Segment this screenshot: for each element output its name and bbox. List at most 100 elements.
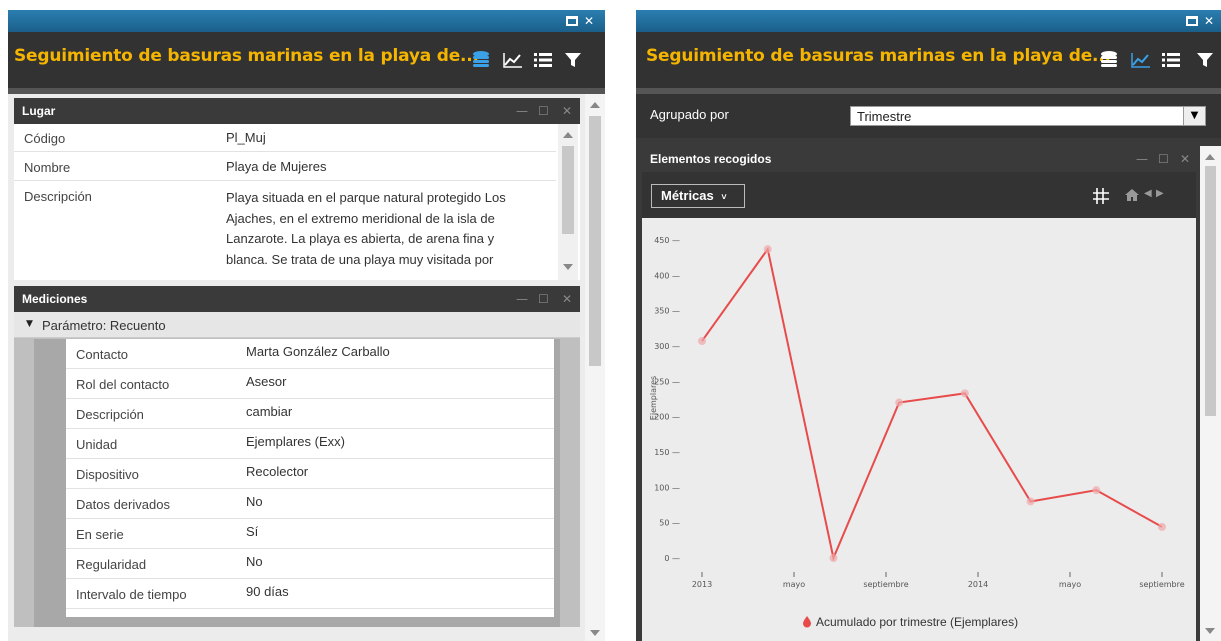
scroll-thumb[interactable] (562, 146, 574, 234)
lugar-row-nombre: Nombre Playa de Mujeres (14, 153, 556, 181)
mediciones-panel: Mediciones — ☐ ✕ ▼ Parámetro: Recuento C… (14, 286, 580, 627)
line-chart-icon[interactable] (1130, 50, 1152, 70)
y-tick-label: 200 — (654, 413, 680, 422)
close-icon[interactable]: ✕ (584, 13, 594, 29)
chart-toolbar: Métricas ˅ ◀ ▶ (642, 172, 1196, 218)
close-icon[interactable]: ✕ (562, 98, 572, 124)
chevron-down-icon: ˅ (721, 192, 727, 202)
line-chart: 0 — 50 — 100 — 150 — 200 — 250 — 300 — 350 — 400… (649, 236, 1185, 629)
x-axis: 2013 mayo septiembre 2014 mayo septiembre (692, 572, 1185, 589)
close-icon[interactable]: ✕ (1204, 13, 1214, 29)
minimize-icon[interactable]: — (516, 98, 528, 124)
data-point[interactable] (1026, 497, 1035, 506)
scroll-thumb[interactable] (1205, 166, 1216, 416)
group-by-select[interactable]: Trimestre ▼ (850, 106, 1206, 126)
y-tick-label: 100 — (654, 483, 680, 492)
description-line: Ajaches, en el extremo meridional de la … (226, 210, 495, 226)
chevron-right-icon[interactable]: ▶ (1156, 188, 1164, 199)
data-point[interactable] (895, 398, 904, 407)
line-chart-icon[interactable] (502, 50, 524, 70)
home-icon[interactable] (1124, 187, 1140, 203)
mediciones-row: Descripción cambiar (66, 399, 554, 429)
maximize-icon[interactable] (1186, 16, 1198, 26)
legend[interactable]: Acumulado por trimestre (Ejemplares) (803, 615, 1018, 629)
mediciones-table: Contacto Marta González Carballo Rol del … (66, 339, 554, 617)
row-key: Descripción (24, 189, 92, 204)
group-by-selected-value: Trimestre (857, 109, 912, 124)
row-key: Descripción (76, 407, 144, 422)
row-value: Recolector (246, 464, 309, 479)
right-window-scrollbar[interactable] (1200, 146, 1221, 641)
x-tick-label: mayo (1059, 580, 1081, 589)
scroll-down-icon[interactable] (1205, 628, 1215, 634)
close-icon[interactable]: ✕ (562, 286, 572, 312)
caret-down-icon[interactable]: ▼ (26, 319, 33, 329)
row-key: Regularidad (76, 557, 147, 572)
metrics-dropdown-button[interactable]: Métricas ˅ (651, 184, 745, 208)
group-by-label: Agrupado por (650, 107, 729, 122)
y-tick-label: 450 — (654, 236, 680, 245)
left-window-scrollbar[interactable] (585, 94, 605, 641)
chevron-down-icon[interactable]: ▼ (1183, 107, 1205, 125)
lugar-scrollbar[interactable] (558, 124, 578, 280)
database-icon[interactable] (470, 50, 492, 70)
mediciones-row: Rol del contacto Asesor (66, 369, 554, 399)
y-tick-label: 350 — (654, 307, 680, 316)
row-value: Marta González Carballo (246, 344, 390, 359)
data-point[interactable] (1092, 486, 1101, 495)
window-header: Seguimiento de basuras marinas en la pla… (8, 32, 605, 88)
data-point[interactable] (1158, 522, 1166, 531)
row-value: Sí (246, 524, 259, 539)
lugar-panel-title: Lugar (14, 98, 580, 124)
row-value: Pl_Muj (226, 130, 266, 145)
filter-icon[interactable] (1194, 50, 1216, 70)
list-icon[interactable] (1160, 50, 1182, 70)
database-icon[interactable] (1098, 50, 1120, 70)
list-icon[interactable] (532, 50, 554, 70)
y-tick-label: 400 — (654, 271, 680, 280)
scroll-up-icon[interactable] (563, 132, 573, 138)
chart-panel-title: Elementos recogidos (642, 146, 1196, 172)
mediciones-row: Contacto Marta González Carballo (66, 339, 554, 369)
scroll-thumb[interactable] (589, 116, 601, 366)
left-body: Lugar — ☐ ✕ Código Pl_Muj Nombre Playa d… (8, 94, 605, 641)
y-tick-label: 300 — (654, 342, 680, 351)
parameter-group-header[interactable]: ▼ Parámetro: Recuento (14, 312, 580, 338)
data-point[interactable] (698, 337, 706, 346)
row-value: No (246, 494, 263, 509)
y-axis: 0 — 50 — 100 — 150 — 200 — 250 — 300 — 350 — 400… (654, 236, 680, 563)
legend-label: Acumulado por trimestre (Ejemplares) (816, 615, 1018, 629)
data-point[interactable] (763, 245, 772, 254)
restore-icon[interactable]: ☐ (538, 286, 549, 312)
data-point[interactable] (829, 554, 838, 562)
y-axis-label: Ejemplares (649, 376, 658, 420)
row-key: Contacto (76, 347, 129, 362)
mediciones-row: Regularidad No (66, 549, 554, 579)
chevron-left-icon[interactable]: ◀ (1144, 188, 1152, 199)
mediciones-row: Dispositivo Recolector (66, 459, 554, 489)
lugar-panel: Lugar — ☐ ✕ Código Pl_Muj Nombre Playa d… (14, 98, 580, 280)
scroll-up-icon[interactable] (590, 102, 600, 108)
restore-icon[interactable]: ☐ (538, 98, 549, 124)
grid-icon[interactable] (1092, 187, 1110, 205)
row-key: Rol del contacto (76, 377, 170, 392)
window-titlebar: ✕ (636, 10, 1221, 32)
filter-icon[interactable] (562, 50, 584, 70)
restore-icon[interactable]: ☐ (1158, 146, 1169, 172)
close-icon[interactable]: ✕ (1180, 146, 1190, 172)
x-tick-label: 2013 (692, 580, 712, 589)
window-title: Seguimiento de basuras marinas en la pla… (14, 46, 479, 66)
data-point[interactable] (960, 389, 969, 398)
minimize-icon[interactable]: — (1136, 146, 1148, 172)
row-value: Asesor (246, 374, 287, 389)
description-line: blanca. Se trata de una playa muy visita… (226, 251, 494, 267)
row-key: Dispositivo (76, 467, 139, 482)
scroll-down-icon[interactable] (563, 264, 573, 270)
window-title: Seguimiento de basuras marinas en la pla… (646, 46, 1111, 66)
row-key: Datos derivados (76, 497, 170, 512)
window-header: Seguimiento de basuras marinas en la pla… (636, 32, 1221, 88)
scroll-up-icon[interactable] (1205, 154, 1215, 160)
minimize-icon[interactable]: — (516, 286, 528, 312)
maximize-icon[interactable] (566, 16, 578, 26)
scroll-down-icon[interactable] (590, 630, 600, 636)
